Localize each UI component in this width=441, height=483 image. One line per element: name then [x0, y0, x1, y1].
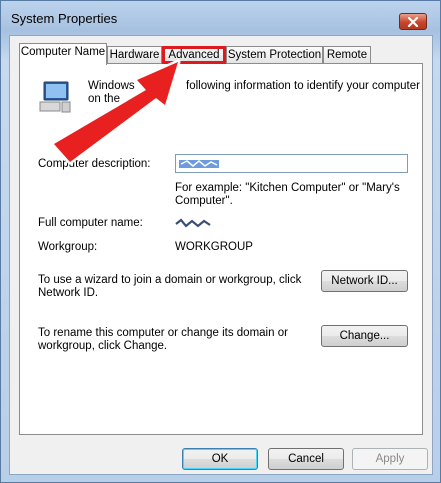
example-text-line2: Computer".	[175, 195, 233, 207]
close-button[interactable]	[399, 13, 427, 30]
computer-name-panel: Windows following information to identif…	[19, 63, 423, 435]
network-id-button[interactable]: Network ID...	[321, 270, 408, 292]
full-computer-name-label: Full computer name:	[38, 217, 143, 229]
system-properties-window: System Properties Computer Name Hardware…	[0, 0, 441, 483]
change-button[interactable]: Change...	[321, 325, 408, 347]
cancel-button[interactable]: Cancel	[268, 448, 344, 470]
workgroup-value: WORKGROUP	[175, 241, 253, 253]
computer-icon	[39, 81, 71, 113]
ok-button[interactable]: OK	[182, 448, 258, 470]
workgroup-label: Workgroup:	[38, 241, 98, 253]
title-bar: System Properties	[1, 1, 440, 35]
dialog-body: Computer Name Hardware Advanced System P…	[9, 35, 433, 475]
intro-text-tail: following information to identify your c…	[186, 80, 420, 92]
tab-system-protection[interactable]: System Protection	[226, 46, 323, 64]
computer-description-label: Computer description:	[38, 158, 151, 170]
rename-help-line2: workgroup, click Change.	[38, 340, 168, 352]
apply-button[interactable]: Apply	[352, 448, 428, 470]
network-id-help-line1: To use a wizard to join a domain or work…	[38, 274, 302, 286]
close-icon	[407, 16, 419, 27]
example-text-line1: For example: "Kitchen Computer" or "Mary…	[175, 182, 400, 194]
tab-hardware[interactable]: Hardware	[107, 46, 162, 64]
window-title: System Properties	[11, 11, 118, 26]
intro-text-start: Windows	[88, 80, 135, 92]
redacted-full-name-mark	[175, 218, 211, 228]
network-id-help-line2: Network ID.	[38, 287, 99, 299]
computer-description-input[interactable]	[175, 154, 408, 173]
intro-text-line2: on the	[88, 93, 120, 105]
redacted-description-mark	[179, 160, 219, 168]
tab-advanced[interactable]: Advanced	[162, 46, 226, 64]
tab-computer-name[interactable]: Computer Name	[19, 43, 107, 65]
tab-remote[interactable]: Remote	[323, 46, 371, 64]
rename-help-line1: To rename this computer or change its do…	[38, 327, 288, 339]
